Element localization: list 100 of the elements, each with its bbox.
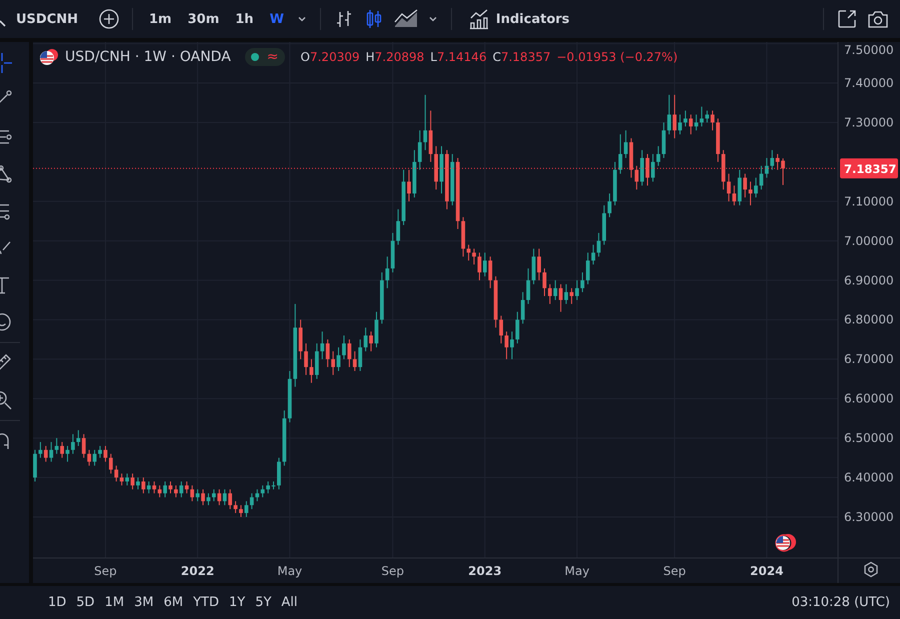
price-axis-label: 6.40000 xyxy=(844,470,894,485)
candlestick xyxy=(49,442,54,462)
range-button[interactable]: 3M xyxy=(130,593,158,612)
candlestick xyxy=(646,154,650,186)
candlestick xyxy=(407,169,411,202)
candlestick xyxy=(347,338,352,368)
price-axis-label: 6.70000 xyxy=(844,352,894,366)
market-status-pill[interactable]: ≈ xyxy=(244,48,285,66)
price-axis-label: 6.90000 xyxy=(844,273,894,288)
area-chart-icon[interactable] xyxy=(392,8,419,30)
range-button[interactable]: 5Y xyxy=(251,593,276,612)
candlestick xyxy=(136,477,140,490)
price-change: −0.01953 (−0.27%) xyxy=(556,50,678,64)
indicators-button[interactable]: Indicators xyxy=(464,6,574,32)
price-axis-label: 6.60000 xyxy=(844,392,894,406)
time-axis-label: Sep xyxy=(94,564,117,578)
candlestick xyxy=(342,335,346,360)
candlestick xyxy=(326,338,330,368)
candlestick xyxy=(146,480,151,494)
price-axis-label: 7.00000 xyxy=(844,234,894,248)
ohlc-value: O7.20309 xyxy=(300,50,360,64)
candlestick xyxy=(250,492,254,510)
candlestick xyxy=(428,110,433,162)
candlestick xyxy=(66,445,70,462)
price-axis-label: 7.30000 xyxy=(844,115,894,130)
symbol-button[interactable]: USDCNH xyxy=(16,12,78,26)
candlestick xyxy=(244,500,248,518)
candlestick xyxy=(743,173,747,198)
candlestick xyxy=(570,288,574,304)
candlestick xyxy=(591,244,596,265)
candlestick xyxy=(385,256,390,289)
candlestick xyxy=(120,473,124,486)
range-button[interactable]: 1D xyxy=(44,593,70,612)
candlestick xyxy=(374,311,378,348)
candlestick xyxy=(33,449,37,482)
candlestick xyxy=(770,150,774,170)
time-axis-label: May xyxy=(277,564,302,578)
interval-tab[interactable]: W xyxy=(266,8,288,30)
candlestick xyxy=(499,315,504,344)
candlestick xyxy=(624,130,628,158)
candlestick xyxy=(488,256,492,289)
price-axis-label: 6.50000 xyxy=(844,431,894,446)
candlestick xyxy=(618,134,622,174)
candlestick xyxy=(726,173,731,202)
range-button[interactable]: All xyxy=(277,593,302,612)
range-button[interactable]: 5D xyxy=(72,593,99,612)
clock: 03:10:28 (UTC) xyxy=(792,595,890,610)
flag-icon[interactable] xyxy=(775,534,796,552)
candlestick xyxy=(114,465,118,482)
candlestick xyxy=(108,453,113,474)
candlestick xyxy=(608,192,612,218)
interval-tab[interactable]: 30m xyxy=(184,8,224,30)
range-button[interactable]: YTD xyxy=(189,593,223,612)
candlestick xyxy=(688,114,693,135)
candlestick xyxy=(206,492,210,506)
fullscreen-icon[interactable] xyxy=(836,8,858,30)
candlestick xyxy=(168,480,172,494)
candlestick xyxy=(520,292,525,324)
candlestick xyxy=(336,346,340,372)
price-axis-label: 6.80000 xyxy=(844,312,894,327)
candlestick xyxy=(667,94,672,135)
range-button[interactable]: 1Y xyxy=(224,593,250,612)
range-button[interactable]: 6M xyxy=(160,593,188,612)
candlestick xyxy=(277,457,281,490)
candlestick xyxy=(710,110,714,131)
interval-tab[interactable]: 1m xyxy=(145,8,176,30)
candlestick xyxy=(504,331,508,360)
candlestick xyxy=(212,488,216,502)
candlestick xyxy=(228,488,232,510)
ohlc-value: H7.20898 xyxy=(366,50,424,64)
add-symbol-icon[interactable] xyxy=(98,8,120,30)
candlestick xyxy=(298,319,302,360)
candlestick xyxy=(466,244,471,262)
candlestick xyxy=(575,280,579,300)
candlestick xyxy=(76,430,80,446)
price-axis-label: 7.40000 xyxy=(844,76,894,90)
candlestick xyxy=(352,350,357,372)
interval-tab[interactable]: 1h xyxy=(231,8,258,30)
candlestick xyxy=(396,208,400,246)
candlestick xyxy=(705,110,710,123)
candlestick xyxy=(320,331,324,360)
candlestick xyxy=(184,480,189,494)
flag-icon xyxy=(39,48,59,66)
candlestick xyxy=(684,110,688,127)
candlestick xyxy=(314,342,319,380)
candlestick xyxy=(580,272,584,293)
candlestick xyxy=(478,252,482,281)
candlestick xyxy=(656,146,660,166)
candlestick xyxy=(364,327,368,352)
price-axis-label: 6.30000 xyxy=(844,510,894,524)
candlestick xyxy=(163,480,167,498)
range-button[interactable]: 1M xyxy=(100,593,128,612)
settings-icon[interactable] xyxy=(864,562,878,578)
candlestick xyxy=(158,484,162,498)
candlestick xyxy=(482,252,487,277)
candlestick xyxy=(651,154,655,182)
candlestick xyxy=(71,434,75,454)
ohlc-value: C7.18357 xyxy=(492,50,551,64)
candlestick xyxy=(748,181,752,206)
price-axis-label: 7.10000 xyxy=(844,194,894,208)
